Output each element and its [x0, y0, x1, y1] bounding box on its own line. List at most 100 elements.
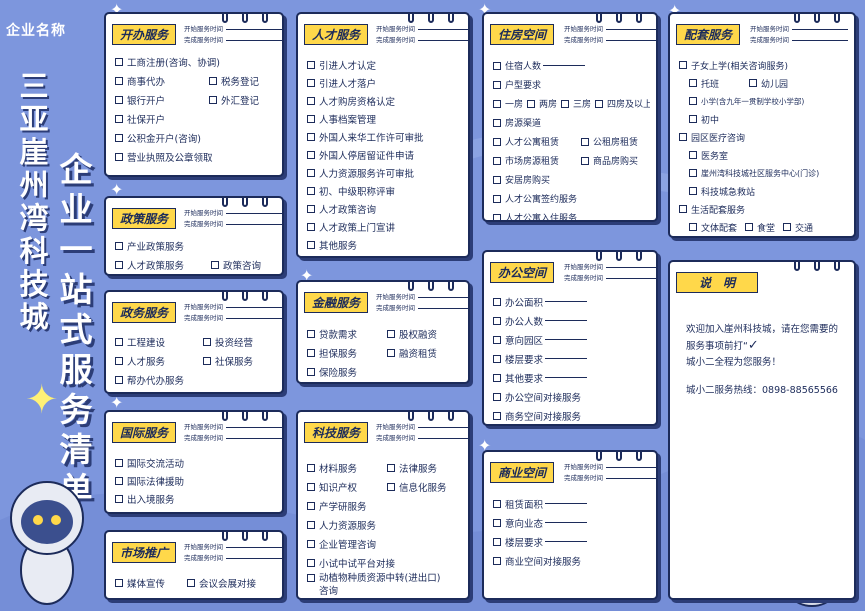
checkbox[interactable] [581, 156, 589, 165]
checkbox[interactable] [387, 348, 395, 357]
checkbox[interactable] [115, 477, 123, 485]
checkbox[interactable] [115, 241, 123, 250]
checkbox[interactable] [493, 213, 501, 220]
fill-blank[interactable] [545, 503, 588, 504]
checkbox[interactable] [307, 187, 315, 195]
checkbox[interactable] [307, 151, 315, 159]
card-zhengwu: 政务服务 开始服务时间 完成服务时间 工程建设 投资经营 人才服务 社保服务 帮办代办… [104, 290, 284, 394]
checkbox[interactable] [493, 80, 501, 89]
checkbox[interactable] [187, 579, 195, 587]
checkbox[interactable] [307, 501, 315, 510]
checkbox[interactable] [493, 297, 501, 306]
checkbox[interactable] [493, 556, 501, 565]
checkbox[interactable] [209, 95, 217, 104]
checkbox[interactable] [307, 169, 315, 177]
checkbox[interactable] [307, 482, 315, 491]
checkbox[interactable] [115, 459, 123, 467]
checkbox[interactable] [115, 114, 123, 123]
checkbox[interactable] [595, 99, 604, 108]
checkbox[interactable] [115, 95, 123, 104]
checkbox[interactable] [689, 79, 697, 87]
checkbox[interactable] [209, 76, 217, 85]
checkbox[interactable] [115, 337, 123, 346]
checkbox[interactable] [115, 76, 123, 85]
card-kaiban: 开办服务 开始服务时间 完成服务时间 工商注册(咨询、协调) 商事代办 税务登记 银… [104, 12, 284, 177]
checkbox[interactable] [387, 463, 395, 472]
fill-blank[interactable] [545, 377, 588, 378]
checkbox[interactable] [679, 133, 687, 141]
card-rencai: 人才服务 开始服务时间 完成服务时间 引进人才认定 引进人才落户 人才购房资格认定… [296, 12, 470, 258]
checkbox[interactable] [679, 205, 687, 213]
checkbox[interactable] [679, 61, 687, 69]
checkbox[interactable] [387, 482, 395, 491]
checkbox[interactable] [115, 260, 123, 269]
checkbox[interactable] [493, 354, 501, 363]
checkbox[interactable] [561, 99, 570, 108]
card-label: 金融服务 [304, 292, 369, 313]
fill-blank[interactable] [545, 358, 588, 359]
checkbox[interactable] [307, 574, 315, 582]
checkbox[interactable] [307, 61, 315, 69]
checkbox[interactable] [493, 156, 501, 165]
checkbox[interactable] [307, 97, 315, 105]
checkbox[interactable] [493, 518, 501, 527]
checkbox[interactable] [115, 495, 123, 503]
check-mark-icon: ✓ [747, 338, 759, 353]
checkbox[interactable] [493, 373, 501, 382]
fill-blank[interactable] [545, 339, 588, 340]
checkbox[interactable] [115, 152, 123, 161]
checkbox[interactable] [115, 579, 123, 587]
checkbox[interactable] [689, 223, 697, 231]
checkbox[interactable] [307, 520, 315, 529]
checkbox[interactable] [493, 316, 501, 325]
card-label: 国际服务 [112, 422, 177, 443]
fill-blank[interactable] [545, 301, 588, 302]
checkbox[interactable] [493, 175, 501, 184]
checkbox[interactable] [689, 187, 697, 195]
checkbox[interactable] [307, 241, 315, 249]
checkbox[interactable] [387, 329, 395, 338]
checkbox[interactable] [783, 223, 792, 231]
fill-blank[interactable] [545, 522, 588, 523]
checkbox[interactable] [749, 79, 757, 87]
fill-blank[interactable] [543, 65, 586, 66]
checkbox[interactable] [493, 118, 501, 127]
checkbox[interactable] [115, 133, 123, 142]
checkbox[interactable] [493, 499, 501, 508]
checkbox[interactable] [493, 194, 501, 203]
checkbox[interactable] [527, 99, 536, 108]
card-label: 配套服务 [676, 24, 741, 45]
checkbox[interactable] [689, 169, 697, 177]
fill-blank[interactable] [545, 541, 588, 542]
checkbox[interactable] [203, 337, 211, 346]
checkbox[interactable] [211, 260, 219, 269]
checkbox[interactable] [307, 329, 315, 338]
checkbox[interactable] [307, 348, 315, 357]
checkbox[interactable] [307, 115, 315, 123]
checkbox[interactable] [307, 223, 315, 231]
checkbox[interactable] [307, 79, 315, 87]
checkbox[interactable] [307, 133, 315, 141]
checkbox[interactable] [493, 537, 501, 546]
checkbox[interactable] [307, 539, 315, 548]
checkbox[interactable] [115, 375, 123, 384]
fill-blank[interactable] [545, 320, 588, 321]
checkbox[interactable] [493, 99, 501, 108]
checkbox[interactable] [745, 223, 754, 231]
checkbox[interactable] [493, 335, 501, 344]
checkbox[interactable] [307, 558, 315, 567]
checkbox[interactable] [115, 57, 123, 66]
checkbox[interactable] [307, 367, 315, 376]
checkbox[interactable] [493, 61, 501, 70]
checkbox[interactable] [307, 463, 315, 472]
checkbox[interactable] [689, 151, 697, 159]
checkbox[interactable] [307, 205, 315, 213]
checkbox[interactable] [203, 356, 211, 365]
checkbox[interactable] [115, 356, 123, 365]
checkbox[interactable] [493, 392, 501, 401]
checkbox[interactable] [493, 411, 501, 420]
checkbox[interactable] [689, 115, 697, 123]
checkbox[interactable] [493, 137, 501, 146]
checkbox[interactable] [581, 137, 589, 146]
checkbox[interactable] [689, 97, 697, 105]
